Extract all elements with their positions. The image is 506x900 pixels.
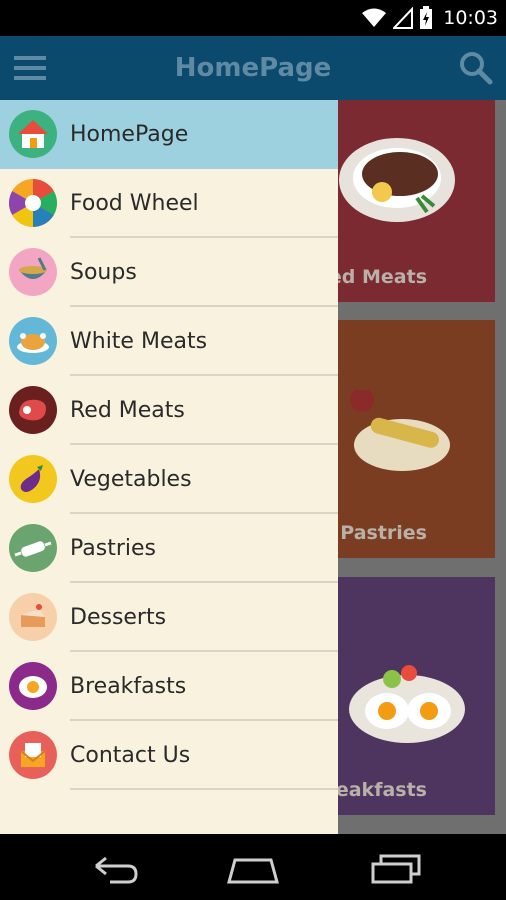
page-title: HomePage	[174, 53, 332, 83]
search-icon	[460, 52, 493, 85]
drawer-item-food-wheel[interactable]: Food Wheel	[0, 169, 338, 238]
status-icons: 10:03	[361, 0, 498, 36]
home-nav-icon	[227, 858, 279, 884]
status-bar: 10:03	[0, 0, 506, 36]
clock: 10:03	[443, 7, 498, 29]
drawer-item-pastries[interactable]: Pastries	[0, 514, 338, 583]
pastry-image	[350, 390, 450, 471]
egg-icon	[9, 662, 57, 710]
back-icon	[95, 856, 138, 884]
home-icon	[9, 110, 57, 158]
signal-icon	[393, 7, 414, 29]
drawer-item-contact-us[interactable]: Contact Us	[0, 721, 338, 790]
drawer-item-label: Red Meats	[70, 398, 185, 423]
card-label: Pastries	[340, 522, 427, 544]
drawer-item-label: Pastries	[70, 536, 157, 561]
recents-button[interactable]	[365, 848, 425, 888]
card-label: ed Meats	[328, 266, 427, 288]
chicken-icon	[9, 317, 57, 365]
home-nav-button[interactable]	[223, 848, 283, 888]
drawer-item-white-meats[interactable]: White Meats	[0, 307, 338, 376]
wifi-icon	[362, 8, 387, 27]
drawer-item-soups[interactable]: Soups	[0, 238, 338, 307]
divider	[70, 788, 338, 790]
battery-icon	[420, 6, 433, 29]
drawer-item-homepage[interactable]: HomePage	[0, 100, 338, 169]
drawer-item-label: White Meats	[70, 329, 208, 354]
search-button[interactable]	[458, 50, 494, 86]
navigation-drawer: HomePage Food Wheel Soups White Meats Re…	[0, 100, 338, 834]
drawer-item-label: Vegetables	[70, 467, 192, 492]
soup-icon	[9, 248, 57, 296]
drawer-item-breakfasts[interactable]: Breakfasts	[0, 652, 338, 721]
action-bar: HomePage	[0, 36, 506, 100]
mail-icon	[9, 731, 57, 779]
drawer-item-label: Food Wheel	[70, 191, 199, 216]
drawer-item-label: HomePage	[70, 122, 189, 147]
steak-icon	[9, 386, 57, 434]
breakfast-plate-image	[349, 665, 465, 743]
drawer-item-vegetables[interactable]: Vegetables	[0, 445, 338, 514]
steak-plate-image	[339, 138, 455, 222]
drawer-item-label: Soups	[70, 260, 137, 285]
drawer-item-desserts[interactable]: Desserts	[0, 583, 338, 652]
drawer-item-label: Breakfasts	[70, 674, 187, 699]
rolling-pin-icon	[9, 524, 57, 572]
cake-icon	[9, 593, 57, 641]
card-label: reakfasts	[326, 779, 427, 801]
drawer-item-label: Contact Us	[70, 743, 191, 768]
back-button[interactable]	[84, 848, 144, 888]
drawer-item-label: Desserts	[70, 605, 167, 630]
drawer-item-red-meats[interactable]: Red Meats	[0, 376, 338, 445]
eggplant-icon	[9, 455, 57, 503]
system-navigation-bar	[0, 834, 506, 900]
food-wheel-icon	[9, 179, 57, 227]
recents-icon	[371, 854, 421, 884]
